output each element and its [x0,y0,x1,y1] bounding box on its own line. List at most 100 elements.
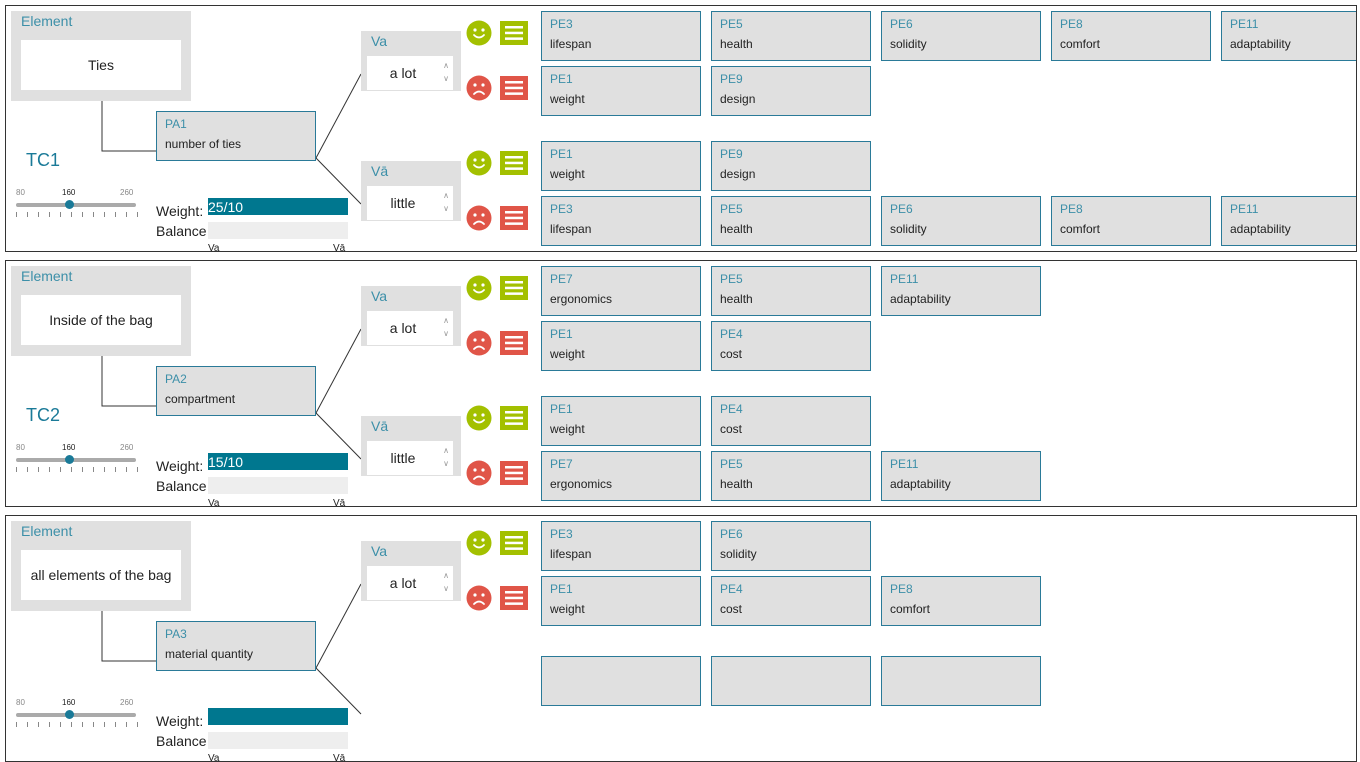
list-menu-icon[interactable] [500,21,528,45]
spinner-arrows-icon[interactable]: ∧ ∨ [443,444,449,470]
pe-card[interactable]: PE5 health [711,266,871,316]
pe-card[interactable] [881,656,1041,706]
list-menu-icon[interactable] [500,586,528,610]
list-menu-icon[interactable] [500,461,528,485]
list-menu-icon[interactable] [500,206,528,230]
pe-card[interactable]: PE11 adaptability [881,451,1041,501]
spinner-arrows-icon[interactable]: ∧ ∨ [443,189,449,215]
pe-card[interactable]: PE6 solidity [881,11,1041,61]
list-menu-icon[interactable] [500,331,528,355]
slider-track[interactable] [16,203,136,207]
pe-card[interactable]: PE9 design [711,141,871,191]
sad-face-icon[interactable] [466,460,492,486]
value-spinner[interactable]: a lot ∧ ∨ [367,311,453,345]
pe-card[interactable]: PE5 health [711,11,871,61]
smiley-face-icon[interactable] [466,150,492,176]
spinner-arrows-icon[interactable]: ∧ ∨ [443,59,449,85]
sad-face-icon[interactable] [466,330,492,356]
pe-card[interactable]: PE8 comfort [1051,196,1211,246]
slider-track[interactable] [16,713,136,717]
weight-slider[interactable]: 80 160 260 [16,188,141,228]
balance-label: Balance [156,478,207,494]
pe-card[interactable]: PE7 ergonomics [541,266,701,316]
pe-card[interactable]: PE6 solidity [711,521,871,571]
list-menu-icon[interactable] [500,406,528,430]
pe-card[interactable]: PE9 design [711,66,871,116]
pe-card[interactable]: PE1 weight [541,576,701,626]
sad-face-icon[interactable] [466,205,492,231]
pe-card[interactable]: PE1 weight [541,66,701,116]
smiley-face-icon[interactable] [466,20,492,46]
pe-label: solidity [720,547,757,561]
pe-card[interactable]: PE11 adaptability [1221,11,1356,61]
element-box: Element all elements of the bag [11,521,191,611]
pe-card[interactable] [711,656,871,706]
pa-box[interactable]: PA1 number of ties [156,111,316,161]
pe-code: PE5 [720,202,743,216]
list-menu-icon[interactable] [500,76,528,100]
list-menu-icon[interactable] [500,531,528,555]
pa-box[interactable]: PA2 compartment [156,366,316,416]
pa-box[interactable]: PA3 material quantity [156,621,316,671]
pe-code: PE1 [550,147,573,161]
balance-bar [208,222,348,239]
value-spinner[interactable]: a lot ∧ ∨ [367,566,453,600]
slider-handle[interactable] [64,710,74,719]
pe-code: PE7 [550,457,573,471]
pa-code: PA2 [165,372,187,386]
smiley-face-icon[interactable] [466,275,492,301]
smiley-face-icon[interactable] [466,530,492,556]
value-spinner[interactable]: little ∧ ∨ [367,186,453,220]
weight-bar [208,708,348,725]
pe-label: health [720,37,753,51]
balance-label: Balance [156,223,207,239]
pe-label: adaptability [1230,222,1291,236]
element-value[interactable]: Inside of the bag [21,295,181,345]
pe-label: design [720,167,756,181]
value-spinner[interactable]: a lot ∧ ∨ [367,56,453,90]
pe-card[interactable]: PE4 cost [711,576,871,626]
slider-tick [38,212,39,217]
list-menu-icon[interactable] [500,276,528,300]
slider-track[interactable] [16,458,136,462]
slider-tick [16,467,17,472]
weight-slider[interactable]: 80 160 260 [16,443,141,483]
slider-tick [93,212,94,217]
pe-card[interactable]: PE3 lifespan [541,11,701,61]
slider-value-label: 160 [62,188,76,197]
spinner-arrows-icon[interactable]: ∧ ∨ [443,314,449,340]
pe-card[interactable]: PE11 adaptability [881,266,1041,316]
slider-handle[interactable] [64,200,74,209]
element-value[interactable]: Ties [21,40,181,90]
pe-card[interactable]: PE7 ergonomics [541,451,701,501]
value-spinner[interactable]: little ∧ ∨ [367,441,453,475]
pe-code: PE8 [1060,202,1083,216]
pe-card[interactable]: PE3 lifespan [541,521,701,571]
pe-card[interactable]: PE6 solidity [881,196,1041,246]
pe-card[interactable]: PE1 weight [541,396,701,446]
slider-handle[interactable] [64,455,74,464]
pe-label: health [720,477,753,491]
pe-card[interactable]: PE11 adaptability [1221,196,1356,246]
pe-card[interactable]: PE8 comfort [881,576,1041,626]
spinner-arrows-icon[interactable]: ∧ ∨ [443,569,449,595]
test-case-panel-1: Element Ties PA1 number of ties TC1 80 160 260 W… [5,5,1357,252]
smiley-face-icon[interactable] [466,405,492,431]
element-value[interactable]: all elements of the bag [21,550,181,600]
weight-slider[interactable]: 80 160 260 [16,698,141,738]
pe-card[interactable]: PE4 cost [711,321,871,371]
value-title: Va [371,33,388,49]
pe-card[interactable]: PE3 lifespan [541,196,701,246]
pe-card[interactable]: PE5 health [711,196,871,246]
pe-card[interactable]: PE5 health [711,451,871,501]
pe-card[interactable]: PE8 comfort [1051,11,1211,61]
slider-tick [16,722,17,727]
pe-label: cost [720,422,743,436]
sad-face-icon[interactable] [466,585,492,611]
list-menu-icon[interactable] [500,151,528,175]
pe-card[interactable]: PE1 weight [541,321,701,371]
pe-card[interactable]: PE4 cost [711,396,871,446]
pe-card[interactable] [541,656,701,706]
sad-face-icon[interactable] [466,75,492,101]
pe-card[interactable]: PE1 weight [541,141,701,191]
